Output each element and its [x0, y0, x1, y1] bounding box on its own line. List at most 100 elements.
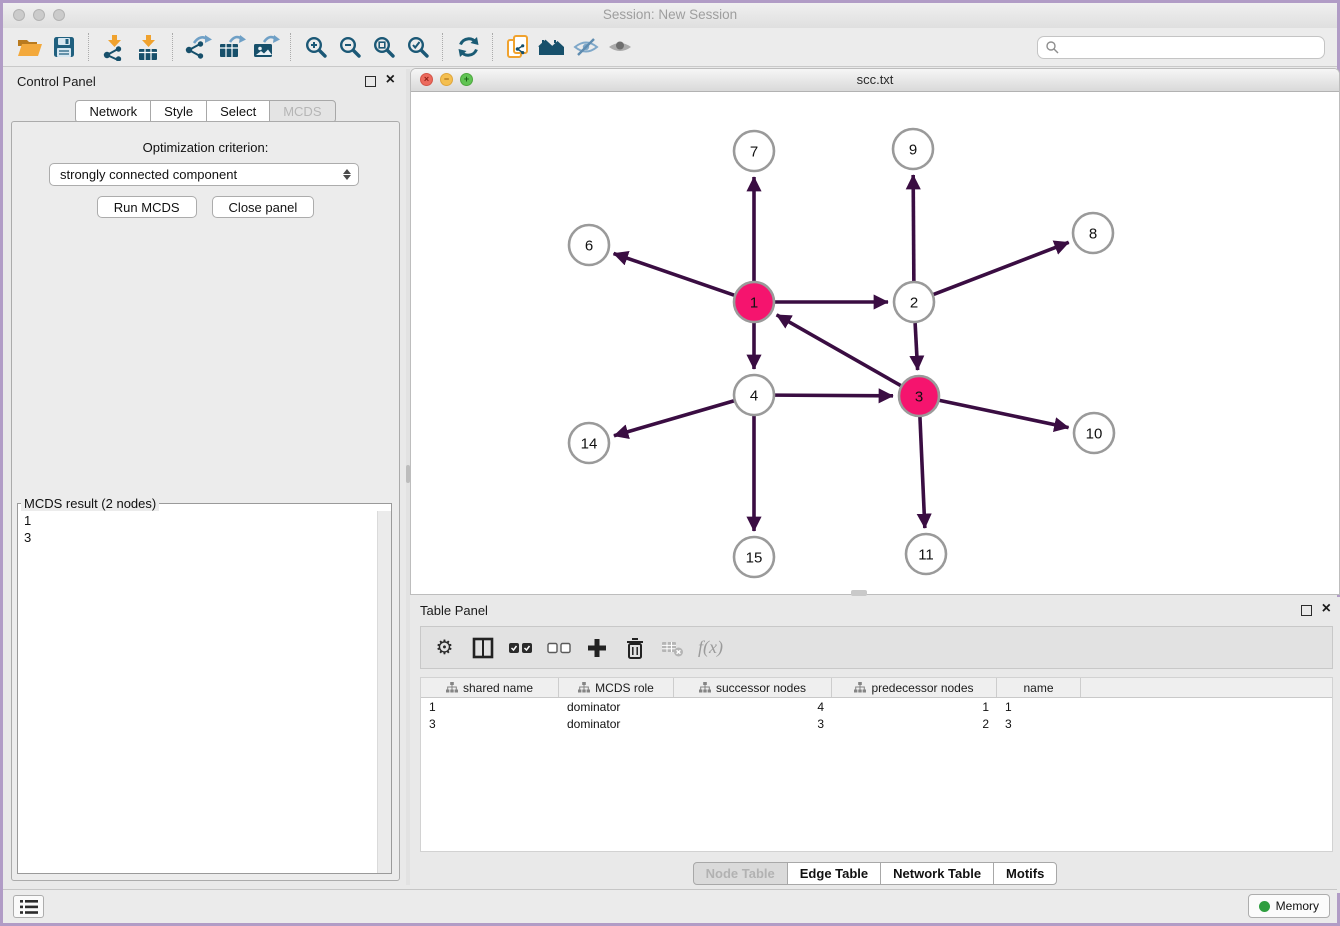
table-row-1[interactable]: 3dominator323 — [421, 715, 1332, 732]
hide-selected-button[interactable] — [569, 32, 603, 62]
tab-select[interactable]: Select — [206, 100, 270, 123]
refresh-icon — [456, 35, 481, 59]
node-table-body: 1dominator4113dominator323 — [421, 698, 1332, 732]
graph-edge-2-3[interactable] — [915, 323, 918, 370]
split-view-button[interactable] — [468, 633, 497, 662]
cell-shared-name[interactable]: 3 — [421, 717, 559, 731]
tab-style[interactable]: Style — [150, 100, 207, 123]
column-header-mcds-role[interactable]: MCDS role — [559, 678, 674, 697]
graph-svg[interactable]: 7968124314101511 — [411, 92, 1339, 595]
eye-icon — [607, 35, 633, 59]
control-panel: Control Panel × NetworkStyleSelectMCDS O… — [5, 69, 406, 885]
open-session-button[interactable] — [13, 32, 47, 62]
table-settings-button[interactable]: ⚙ — [430, 633, 459, 662]
zoom-out-button[interactable] — [333, 32, 367, 62]
float-panel-icon[interactable] — [365, 76, 376, 87]
run-mcds-button[interactable]: Run MCDS — [97, 196, 197, 218]
export-network-icon — [184, 34, 212, 60]
zoom-fit-icon — [372, 35, 396, 59]
import-table-button[interactable] — [131, 32, 165, 62]
memory-button[interactable]: Memory — [1248, 894, 1330, 918]
mcds-result-box: MCDS result (2 nodes) 13 — [17, 496, 392, 874]
show-all-button[interactable] — [603, 32, 637, 62]
close-table-panel-icon[interactable]: × — [1322, 603, 1331, 615]
network-canvas[interactable]: 7968124314101511 — [411, 92, 1339, 595]
deselect-all-button[interactable] — [544, 633, 573, 662]
main-toolbar — [3, 28, 1337, 67]
table-row-0[interactable]: 1dominator411 — [421, 698, 1332, 715]
float-table-panel-icon[interactable] — [1301, 605, 1312, 616]
window-title: Session: New Session — [3, 7, 1337, 22]
cell-mcds-role[interactable]: dominator — [559, 700, 674, 714]
graph-edge-2-8[interactable] — [934, 242, 1069, 294]
graph-node-label-6: 6 — [585, 237, 593, 254]
graph-edge-1-6[interactable] — [614, 253, 735, 295]
eye-slash-icon — [573, 35, 599, 59]
graph-edge-3-10[interactable] — [940, 400, 1069, 427]
export-image-icon — [252, 34, 280, 60]
delete-table-button[interactable] — [658, 633, 687, 662]
graph-edge-2-9[interactable] — [913, 175, 914, 281]
close-panel-icon[interactable]: × — [386, 74, 395, 86]
graph-node-label-15: 15 — [746, 549, 763, 566]
graph-node-label-11: 11 — [918, 546, 934, 563]
graph-node-label-14: 14 — [581, 435, 598, 452]
cell-shared-name[interactable]: 1 — [421, 700, 559, 714]
network-view-title: scc.txt — [411, 72, 1339, 87]
function-builder-button[interactable]: f(x) — [696, 633, 725, 662]
attribute-tree-icon — [854, 682, 866, 693]
cell-predecessor-nodes[interactable]: 2 — [832, 717, 997, 731]
memory-label: Memory — [1276, 899, 1319, 913]
cell-successor-nodes[interactable]: 4 — [674, 700, 832, 714]
tab-mcds[interactable]: MCDS — [269, 100, 335, 123]
graph-node-label-7: 7 — [750, 143, 758, 160]
tab-node-table[interactable]: Node Table — [693, 862, 788, 885]
graph-edge-3-1[interactable] — [777, 315, 901, 386]
save-session-button[interactable] — [47, 32, 81, 62]
column-header-name[interactable]: name — [997, 678, 1081, 697]
cell-mcds-role[interactable]: dominator — [559, 717, 674, 731]
graph-edge-4-3[interactable] — [775, 395, 893, 396]
close-panel-button[interactable]: Close panel — [212, 196, 315, 218]
copy-network-button[interactable] — [501, 32, 535, 62]
cell-name[interactable]: 1 — [997, 700, 1081, 714]
export-table-button[interactable] — [215, 32, 249, 62]
cell-predecessor-nodes[interactable]: 1 — [832, 700, 997, 714]
dropdown-stepper-icon — [343, 169, 351, 180]
criterion-dropdown[interactable]: strongly connected component — [49, 163, 359, 186]
column-header-successor-nodes[interactable]: successor nodes — [674, 678, 832, 697]
tab-network[interactable]: Network — [75, 100, 151, 123]
criterion-dropdown-value: strongly connected component — [60, 167, 237, 182]
import-network-button[interactable] — [97, 32, 131, 62]
search-field[interactable] — [1037, 36, 1325, 59]
zoom-in-button[interactable] — [299, 32, 333, 62]
horizontal-splitter-handle[interactable] — [851, 590, 867, 596]
export-network-button[interactable] — [181, 32, 215, 62]
refresh-layout-button[interactable] — [451, 32, 485, 62]
column-label: name — [1023, 681, 1053, 695]
tab-motifs[interactable]: Motifs — [993, 862, 1057, 885]
task-history-button[interactable] — [13, 895, 44, 918]
search-input[interactable] — [1059, 37, 1324, 57]
export-image-button[interactable] — [249, 32, 283, 62]
control-panel-tabs: NetworkStyleSelectMCDS — [5, 100, 406, 123]
zoom-selected-button[interactable] — [401, 32, 435, 62]
column-header-predecessor-nodes[interactable]: predecessor nodes — [832, 678, 997, 697]
add-row-button[interactable] — [582, 633, 611, 662]
toolbar-separator — [172, 33, 174, 61]
home-view-button[interactable] — [535, 32, 569, 62]
tab-edge-table[interactable]: Edge Table — [787, 862, 881, 885]
zoom-fit-button[interactable] — [367, 32, 401, 62]
graph-edge-4-14[interactable] — [614, 401, 734, 436]
cell-name[interactable]: 3 — [997, 717, 1081, 731]
column-header-shared-name[interactable]: shared name — [421, 678, 559, 697]
list-icon — [20, 900, 38, 914]
result-scrollbar[interactable] — [377, 511, 391, 873]
network-window-titlebar[interactable]: × − + scc.txt — [411, 69, 1339, 92]
select-all-button[interactable] — [506, 633, 535, 662]
delete-row-button[interactable] — [620, 633, 649, 662]
graph-node-label-1: 1 — [750, 294, 758, 311]
graph-edge-3-11[interactable] — [920, 417, 925, 528]
cell-successor-nodes[interactable]: 3 — [674, 717, 832, 731]
tab-network-table[interactable]: Network Table — [880, 862, 994, 885]
